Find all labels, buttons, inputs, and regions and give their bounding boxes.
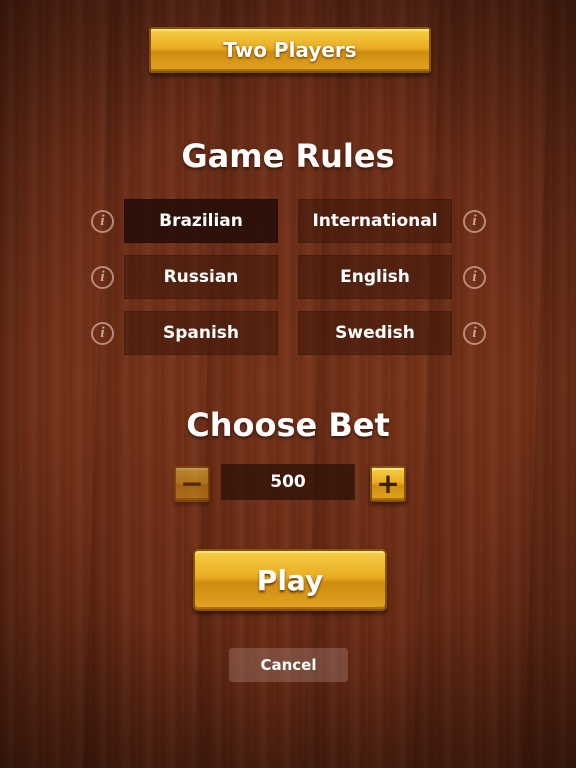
info-icon-swedish[interactable]: i (463, 322, 486, 345)
cancel-button[interactable]: Cancel (229, 648, 348, 682)
rule-option-swedish[interactable]: Swedish (298, 311, 452, 355)
info-icon-russian[interactable]: i (91, 266, 114, 289)
info-icon-brazilian[interactable]: i (91, 210, 114, 233)
rule-option-label: English (340, 267, 410, 287)
bet-value-display: 500 (221, 464, 355, 500)
rule-option-international[interactable]: International (298, 199, 452, 243)
mode-title: Two Players (223, 38, 357, 62)
cancel-label: Cancel (260, 656, 317, 674)
increase-bet-button[interactable]: + (370, 466, 406, 502)
rule-option-label: Spanish (162, 323, 240, 343)
bet-heading: Choose Bet (186, 406, 390, 444)
play-button[interactable]: Play (193, 549, 387, 611)
info-icon-english[interactable]: i (463, 266, 486, 289)
rules-heading: Game Rules (181, 137, 395, 175)
mode-title-banner: Two Players (149, 27, 431, 73)
decrease-bet-button[interactable]: − (174, 466, 210, 502)
rule-option-label: Brazilian (159, 211, 243, 231)
info-icon-spanish[interactable]: i (91, 322, 114, 345)
info-icon-international[interactable]: i (463, 210, 486, 233)
bet-value: 500 (270, 472, 306, 492)
play-label: Play (256, 563, 324, 597)
minus-icon: − (180, 467, 204, 500)
plus-icon: + (376, 467, 400, 500)
rule-option-spanish[interactable]: Spanish (124, 311, 278, 355)
rule-option-label: Swedish (335, 323, 415, 343)
rule-option-label: Russian (163, 267, 239, 287)
rule-option-russian[interactable]: Russian (124, 255, 278, 299)
rule-option-label: International (312, 211, 438, 231)
rule-option-english[interactable]: English (298, 255, 452, 299)
rule-option-brazilian[interactable]: Brazilian (124, 199, 278, 243)
